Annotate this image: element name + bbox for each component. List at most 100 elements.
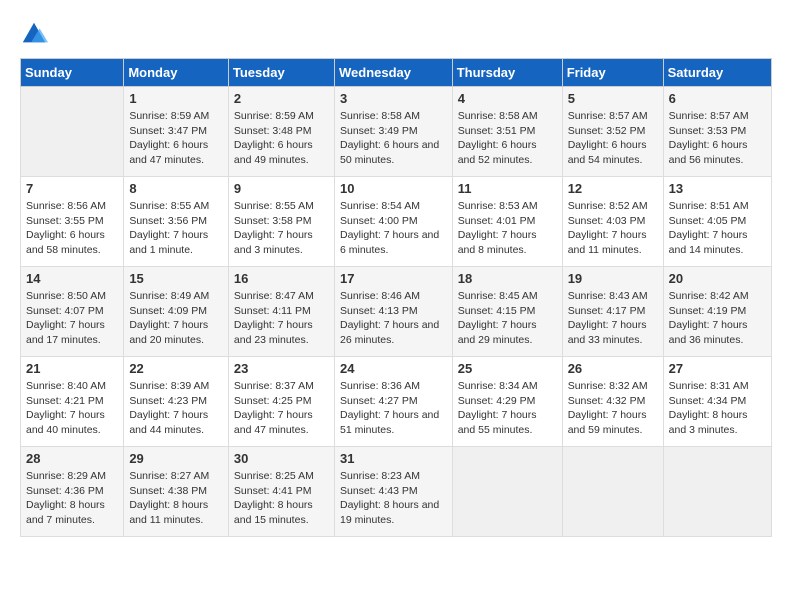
day-info: Sunrise: 8:57 AMSunset: 3:53 PMDaylight:… xyxy=(669,109,766,168)
day-number: 26 xyxy=(568,361,658,376)
logo-icon xyxy=(20,20,48,48)
calendar-cell: 3 Sunrise: 8:58 AMSunset: 3:49 PMDaylight… xyxy=(334,87,452,177)
calendar-cell xyxy=(452,447,562,537)
col-header-friday: Friday xyxy=(562,59,663,87)
day-info: Sunrise: 8:39 AMSunset: 4:23 PMDaylight:… xyxy=(129,379,223,438)
logo xyxy=(20,20,52,48)
day-info: Sunrise: 8:57 AMSunset: 3:52 PMDaylight:… xyxy=(568,109,658,168)
calendar-week-1: 1 Sunrise: 8:59 AMSunset: 3:47 PMDaylight… xyxy=(21,87,772,177)
calendar-cell: 29 Sunrise: 8:27 AMSunset: 4:38 PMDayligh… xyxy=(124,447,229,537)
day-number: 10 xyxy=(340,181,447,196)
calendar-cell: 10 Sunrise: 8:54 AMSunset: 4:00 PMDayligh… xyxy=(334,177,452,267)
calendar-cell: 26 Sunrise: 8:32 AMSunset: 4:32 PMDayligh… xyxy=(562,357,663,447)
day-number: 29 xyxy=(129,451,223,466)
calendar-week-4: 21 Sunrise: 8:40 AMSunset: 4:21 PMDayligh… xyxy=(21,357,772,447)
day-info: Sunrise: 8:51 AMSunset: 4:05 PMDaylight:… xyxy=(669,199,766,258)
day-number: 9 xyxy=(234,181,329,196)
day-info: Sunrise: 8:59 AMSunset: 3:47 PMDaylight:… xyxy=(129,109,223,168)
day-info: Sunrise: 8:46 AMSunset: 4:13 PMDaylight:… xyxy=(340,289,447,348)
day-number: 20 xyxy=(669,271,766,286)
col-header-tuesday: Tuesday xyxy=(228,59,334,87)
day-info: Sunrise: 8:58 AMSunset: 3:49 PMDaylight:… xyxy=(340,109,447,168)
calendar-cell: 4 Sunrise: 8:58 AMSunset: 3:51 PMDaylight… xyxy=(452,87,562,177)
day-info: Sunrise: 8:36 AMSunset: 4:27 PMDaylight:… xyxy=(340,379,447,438)
calendar-cell: 17 Sunrise: 8:46 AMSunset: 4:13 PMDayligh… xyxy=(334,267,452,357)
day-info: Sunrise: 8:43 AMSunset: 4:17 PMDaylight:… xyxy=(568,289,658,348)
day-number: 13 xyxy=(669,181,766,196)
calendar-cell: 27Sunrise: 8:31 AMSunset: 4:34 PMDayligh… xyxy=(663,357,771,447)
col-header-thursday: Thursday xyxy=(452,59,562,87)
calendar-cell: 28 Sunrise: 8:29 AMSunset: 4:36 PMDayligh… xyxy=(21,447,124,537)
calendar-week-5: 28 Sunrise: 8:29 AMSunset: 4:36 PMDayligh… xyxy=(21,447,772,537)
calendar-cell: 25Sunrise: 8:34 AMSunset: 4:29 PMDayligh… xyxy=(452,357,562,447)
col-header-monday: Monday xyxy=(124,59,229,87)
calendar-cell: 5 Sunrise: 8:57 AMSunset: 3:52 PMDaylight… xyxy=(562,87,663,177)
day-number: 15 xyxy=(129,271,223,286)
day-number: 18 xyxy=(458,271,557,286)
day-number: 4 xyxy=(458,91,557,106)
day-info: Sunrise: 8:37 AMSunset: 4:25 PMDaylight:… xyxy=(234,379,329,438)
col-header-saturday: Saturday xyxy=(663,59,771,87)
calendar-cell: 23Sunrise: 8:37 AMSunset: 4:25 PMDayligh… xyxy=(228,357,334,447)
calendar-week-2: 7Sunrise: 8:56 AMSunset: 3:55 PMDaylight… xyxy=(21,177,772,267)
day-number: 19 xyxy=(568,271,658,286)
day-number: 14 xyxy=(26,271,118,286)
day-info: Sunrise: 8:49 AMSunset: 4:09 PMDaylight:… xyxy=(129,289,223,348)
calendar-cell: 2 Sunrise: 8:59 AMSunset: 3:48 PMDaylight… xyxy=(228,87,334,177)
day-number: 8 xyxy=(129,181,223,196)
calendar-cell: 12 Sunrise: 8:52 AMSunset: 4:03 PMDayligh… xyxy=(562,177,663,267)
day-number: 11 xyxy=(458,181,557,196)
day-info: Sunrise: 8:50 AMSunset: 4:07 PMDaylight:… xyxy=(26,289,118,348)
day-info: Sunrise: 8:59 AMSunset: 3:48 PMDaylight:… xyxy=(234,109,329,168)
calendar-cell: 16Sunrise: 8:47 AMSunset: 4:11 PMDayligh… xyxy=(228,267,334,357)
calendar-cell: 13 Sunrise: 8:51 AMSunset: 4:05 PMDayligh… xyxy=(663,177,771,267)
day-number: 17 xyxy=(340,271,447,286)
calendar-cell: 21 Sunrise: 8:40 AMSunset: 4:21 PMDayligh… xyxy=(21,357,124,447)
day-number: 2 xyxy=(234,91,329,106)
day-number: 31 xyxy=(340,451,447,466)
calendar-cell: 18 Sunrise: 8:45 AMSunset: 4:15 PMDayligh… xyxy=(452,267,562,357)
day-info: Sunrise: 8:25 AMSunset: 4:41 PMDaylight:… xyxy=(234,469,329,528)
day-info: Sunrise: 8:40 AMSunset: 4:21 PMDaylight:… xyxy=(26,379,118,438)
calendar-cell: 24Sunrise: 8:36 AMSunset: 4:27 PMDayligh… xyxy=(334,357,452,447)
day-info: Sunrise: 8:23 AMSunset: 4:43 PMDaylight:… xyxy=(340,469,447,528)
calendar-cell: 6Sunrise: 8:57 AMSunset: 3:53 PMDaylight… xyxy=(663,87,771,177)
day-number: 3 xyxy=(340,91,447,106)
calendar-week-3: 14 Sunrise: 8:50 AMSunset: 4:07 PMDayligh… xyxy=(21,267,772,357)
page-header xyxy=(20,20,772,48)
day-number: 22 xyxy=(129,361,223,376)
day-info: Sunrise: 8:29 AMSunset: 4:36 PMDaylight:… xyxy=(26,469,118,528)
day-info: Sunrise: 8:58 AMSunset: 3:51 PMDaylight:… xyxy=(458,109,557,168)
day-number: 12 xyxy=(568,181,658,196)
calendar-cell: 15 Sunrise: 8:49 AMSunset: 4:09 PMDayligh… xyxy=(124,267,229,357)
day-number: 25 xyxy=(458,361,557,376)
day-info: Sunrise: 8:54 AMSunset: 4:00 PMDaylight:… xyxy=(340,199,447,258)
day-info: Sunrise: 8:55 AMSunset: 3:56 PMDaylight:… xyxy=(129,199,223,258)
calendar-cell: 19 Sunrise: 8:43 AMSunset: 4:17 PMDayligh… xyxy=(562,267,663,357)
calendar-cell xyxy=(21,87,124,177)
day-info: Sunrise: 8:27 AMSunset: 4:38 PMDaylight:… xyxy=(129,469,223,528)
calendar-cell: 20Sunrise: 8:42 AMSunset: 4:19 PMDayligh… xyxy=(663,267,771,357)
calendar-cell: 7Sunrise: 8:56 AMSunset: 3:55 PMDaylight… xyxy=(21,177,124,267)
calendar-cell: 22 Sunrise: 8:39 AMSunset: 4:23 PMDayligh… xyxy=(124,357,229,447)
day-number: 28 xyxy=(26,451,118,466)
day-info: Sunrise: 8:56 AMSunset: 3:55 PMDaylight:… xyxy=(26,199,118,258)
calendar-cell xyxy=(562,447,663,537)
day-info: Sunrise: 8:31 AMSunset: 4:34 PMDaylight:… xyxy=(669,379,766,438)
day-number: 21 xyxy=(26,361,118,376)
day-number: 1 xyxy=(129,91,223,106)
calendar-cell: 8 Sunrise: 8:55 AMSunset: 3:56 PMDaylight… xyxy=(124,177,229,267)
day-info: Sunrise: 8:45 AMSunset: 4:15 PMDaylight:… xyxy=(458,289,557,348)
day-info: Sunrise: 8:52 AMSunset: 4:03 PMDaylight:… xyxy=(568,199,658,258)
day-number: 30 xyxy=(234,451,329,466)
calendar-table: SundayMondayTuesdayWednesdayThursdayFrid… xyxy=(20,58,772,537)
calendar-cell: 30 Sunrise: 8:25 AMSunset: 4:41 PMDayligh… xyxy=(228,447,334,537)
day-info: Sunrise: 8:53 AMSunset: 4:01 PMDaylight:… xyxy=(458,199,557,258)
calendar-cell: 9Sunrise: 8:55 AMSunset: 3:58 PMDaylight… xyxy=(228,177,334,267)
calendar-cell xyxy=(663,447,771,537)
day-number: 16 xyxy=(234,271,329,286)
calendar-cell: 1 Sunrise: 8:59 AMSunset: 3:47 PMDaylight… xyxy=(124,87,229,177)
day-number: 5 xyxy=(568,91,658,106)
day-info: Sunrise: 8:32 AMSunset: 4:32 PMDaylight:… xyxy=(568,379,658,438)
col-header-sunday: Sunday xyxy=(21,59,124,87)
